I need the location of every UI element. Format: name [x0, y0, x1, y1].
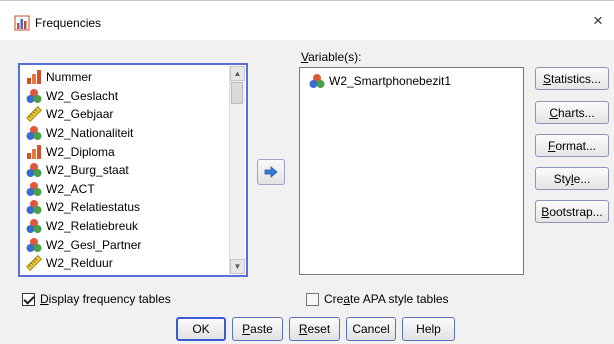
nominal-variable-icon: [26, 181, 42, 196]
ordinal-variable-icon: [27, 70, 41, 85]
display-frequency-tables-label: Display frequency tables: [40, 292, 171, 306]
source-variable-item[interactable]: W2_Geslacht: [22, 87, 228, 106]
ordinal-variable-icon: [27, 144, 41, 159]
source-variable-item[interactable]: W2_ACT: [22, 180, 228, 199]
ok-button[interactable]: OK: [176, 317, 226, 341]
variable-label: W2_Smartphonebezit1: [329, 74, 452, 89]
vertical-scrollbar[interactable]: ▲ ▼: [229, 66, 245, 274]
variable-label: W2_Relduur: [46, 256, 113, 271]
cancel-button[interactable]: Cancel: [346, 317, 396, 341]
variable-label: W2_Burg_staat: [46, 163, 129, 178]
nominal-variable-icon: [26, 163, 42, 178]
target-variable-list[interactable]: W2_Smartphonebezit1: [299, 67, 524, 275]
source-variable-item[interactable]: W2_Gebjaar: [22, 105, 228, 124]
scroll-up-icon[interactable]: ▲: [230, 66, 245, 81]
frequencies-app-icon: [14, 15, 30, 31]
variable-label: W2_Gebjaar: [46, 107, 114, 122]
source-variable-item[interactable]: W2_Relatiebreuk: [22, 217, 228, 236]
create-apa-tables-option[interactable]: Create APA style tables: [306, 292, 449, 306]
create-apa-tables-label: Create APA style tables: [324, 292, 449, 306]
move-to-target-button[interactable]: [257, 159, 285, 185]
nominal-variable-icon: [26, 88, 42, 103]
paste-button[interactable]: Paste: [232, 317, 283, 341]
source-variable-item[interactable]: W2_Relduur: [22, 254, 228, 273]
display-frequency-tables-checkbox[interactable]: [22, 292, 35, 306]
source-variable-item[interactable]: W2_Relatiestatus: [22, 198, 228, 217]
variable-label: Nummer: [46, 70, 93, 85]
source-variable-item[interactable]: W2_Burg_staat: [22, 161, 228, 180]
charts-button[interactable]: Charts...: [535, 101, 609, 124]
nominal-variable-icon: [26, 219, 42, 234]
nominal-variable-icon: [26, 237, 42, 252]
format-button[interactable]: Format...: [535, 134, 609, 157]
nominal-variable-icon: [26, 126, 42, 141]
style-button[interactable]: Sty l e...: [535, 167, 609, 190]
help-button[interactable]: Help: [402, 317, 455, 341]
scale-variable-icon: [26, 255, 42, 272]
source-variable-item[interactable]: Nummer: [22, 68, 228, 87]
label-text: ariable(s):: [308, 50, 362, 64]
source-variable-item[interactable]: W2_Nationaliteit: [22, 124, 228, 143]
variable-label: W2_Diploma: [46, 144, 115, 159]
variable-label: W2_Gesl_Partner: [46, 237, 142, 252]
target-variable-item[interactable]: W2_Smartphonebezit1: [305, 72, 451, 91]
variable-label: W2_Geslacht: [46, 88, 119, 103]
create-apa-tables-checkbox[interactable]: [306, 292, 319, 306]
variable-label: W2_Relatiebreuk: [46, 219, 139, 234]
title-bar: Frequencies ×: [0, 0, 614, 41]
source-variable-item[interactable]: W2_Diploma: [22, 142, 228, 161]
statistics-button[interactable]: Statistics...: [535, 67, 609, 90]
scale-variable-icon: [26, 106, 42, 123]
source-items: Nummer W2_Geslacht W2_Gebjaar W2_Nationalit…: [22, 68, 228, 273]
close-button[interactable]: ×: [586, 9, 610, 33]
source-variable-list[interactable]: Nummer W2_Geslacht W2_Gebjaar W2_Nationalit…: [18, 63, 248, 277]
window-title: Frequencies: [35, 16, 102, 30]
reset-button[interactable]: Reset: [289, 317, 340, 341]
bootstrap-button[interactable]: Bootstrap...: [535, 200, 609, 223]
nominal-variable-icon: [26, 200, 42, 215]
variable-label: W2_Nationaliteit: [46, 126, 134, 141]
variable-label: W2_Relatiestatus: [46, 200, 141, 215]
arrow-right-icon: [264, 166, 278, 178]
display-frequency-tables-option[interactable]: Display frequency tables: [22, 292, 171, 306]
scroll-thumb[interactable]: [231, 82, 243, 104]
target-list-label: Variable(s):: [301, 50, 361, 64]
nominal-variable-icon: [309, 74, 325, 89]
close-icon: ×: [593, 11, 603, 30]
variable-label: W2_ACT: [46, 181, 95, 196]
source-variable-item[interactable]: W2_Gesl_Partner: [22, 235, 228, 254]
scroll-down-icon[interactable]: ▼: [230, 259, 245, 274]
